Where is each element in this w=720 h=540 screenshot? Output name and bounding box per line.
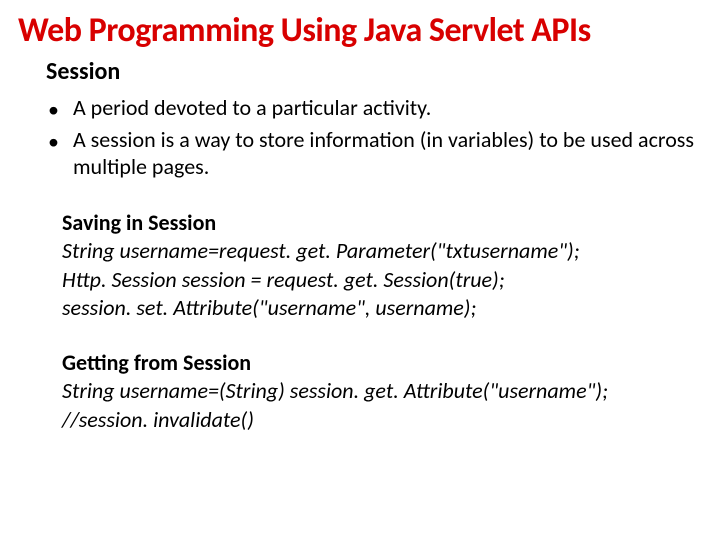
- code-line: String username=request. get. Parameter(…: [62, 237, 702, 266]
- code-line: //session. invalidate(): [62, 406, 702, 435]
- list-item: • A period devoted to a particular activ…: [48, 94, 702, 124]
- bullet-icon: •: [48, 128, 59, 156]
- section-heading: Getting from Session: [62, 349, 702, 378]
- code-line: session. set. Attribute("username", user…: [62, 294, 702, 323]
- section-heading: Saving in Session: [62, 209, 702, 238]
- saving-section: Saving in Session String username=reques…: [62, 209, 702, 323]
- getting-section: Getting from Session String username=(St…: [62, 349, 702, 435]
- section-subtitle: Session: [46, 57, 702, 86]
- bullet-text: A period devoted to a particular activit…: [73, 94, 702, 122]
- bullet-text: A session is a way to store information …: [73, 126, 702, 181]
- bullet-list: • A period devoted to a particular activ…: [48, 94, 702, 181]
- code-line: Http. Session session = request. get. Se…: [62, 266, 702, 295]
- bullet-icon: •: [48, 96, 59, 124]
- page-title: Web Programming Using Java Servlet APIs: [18, 10, 702, 51]
- code-line: String username=(String) session. get. A…: [62, 377, 702, 406]
- list-item: • A session is a way to store informatio…: [48, 126, 702, 181]
